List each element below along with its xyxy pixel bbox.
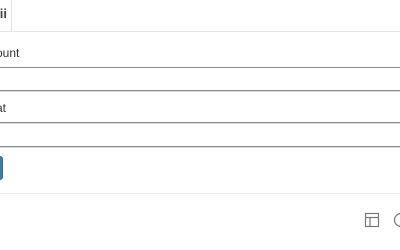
primary-action-button[interactable] — [0, 156, 3, 180]
table-layout-icon[interactable] — [364, 212, 380, 228]
amount-field[interactable] — [0, 45, 400, 68]
footer-divider — [0, 193, 400, 194]
tab-strip: ii — [0, 0, 400, 32]
tab-partial[interactable]: ii — [0, 0, 12, 31]
text-field-4[interactable] — [0, 124, 400, 147]
circle-icon[interactable] — [393, 212, 400, 228]
format-field[interactable] — [0, 100, 400, 123]
text-field-2[interactable] — [0, 68, 400, 91]
